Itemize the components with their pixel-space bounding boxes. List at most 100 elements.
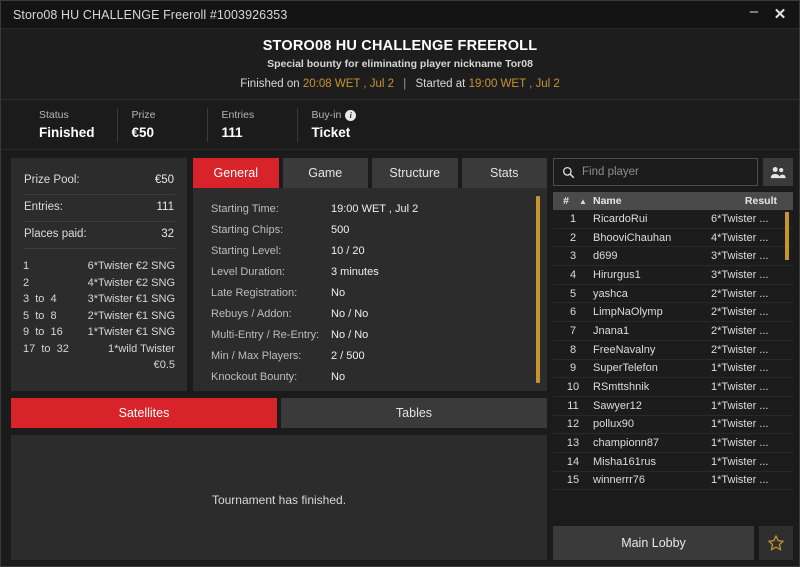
general-scrollbar-thumb[interactable] [536,196,540,383]
player-rank: 3 [569,250,577,263]
status-strip: Status Finished Prize €50 Entries 111 Bu… [1,100,799,150]
payout-range: 3 to 4 [23,293,57,305]
table-row[interactable]: 6 LimpNaOlymp 2*Twister ... [553,303,793,323]
buyin-cell-label: Buy-in i [312,109,366,121]
close-button[interactable]: ✕ [767,3,793,27]
payout-item: 3 to 4 3*Twister €1 SNG [23,291,175,308]
payout-prize: 3*Twister €1 SNG [87,293,175,305]
player-name: championn87 [593,437,660,450]
general-value: No [331,287,346,299]
general-value: 10 / 20 [331,245,365,257]
column-header-name[interactable]: Name [593,195,711,207]
general-key: Level Duration: [211,266,285,278]
payout-item: 17 to 32 1*wild Twister €0.5 [23,341,175,374]
tournament-header: STORO08 HU CHALLENGE FREEROLL Special bo… [1,29,799,100]
general-row: Late Registration: No [193,283,547,304]
tab-tables[interactable]: Tables [281,398,547,428]
player-result: 2*Twister ... [711,343,769,356]
table-row[interactable]: 12 pollux90 1*Twister ... [553,416,793,435]
general-key: Starting Chips: [211,224,284,236]
table-row[interactable]: 10 RSmttshnik 1*Twister ... [553,378,793,397]
tournament-title: STORO08 HU CHALLENGE FREEROLL [262,38,538,54]
left-column: Prize Pool: €50 Entries: 111 Places paid… [11,158,547,560]
player-result: 2*Twister ... [711,287,769,300]
people-icon [770,166,786,178]
tab-game[interactable]: Game [282,158,368,188]
player-result: 1*Twister ... [711,381,769,394]
search-input[interactable] [582,166,749,178]
general-scrollbar[interactable] [536,196,540,383]
table-row[interactable]: 3 d699 3*Twister ... [553,247,793,267]
player-name: LimpNaOlymp [593,306,663,319]
tab-general[interactable]: General [193,158,279,188]
prize-entries-row: Entries: 111 [23,195,175,222]
player-rank: 14 [566,455,580,468]
status-cell-prize: Prize €50 [118,107,208,142]
finished-label: Finished on [240,78,300,90]
table-row[interactable]: 14 Misha161rus 1*Twister ... [553,453,793,472]
player-list-scrollbar[interactable] [785,212,789,260]
tournament-subtitle: Special bounty for eliminating player ni… [267,58,533,70]
payout-range: 2 [23,276,30,289]
payout-range: 1 [23,260,30,272]
status-cell-label: Status [39,109,69,121]
player-rows-container: 1 RicardoRui 6*Twister ... 2 BhooviChauhan 4*… [553,210,793,491]
top-row: Prize Pool: €50 Entries: 111 Places paid… [11,158,547,391]
prize-entries-value: 111 [156,201,174,213]
buyin-cell-value: Ticket [311,125,351,140]
player-result: 2*Twister ... [711,306,769,319]
table-row[interactable]: 9 SuperTelefon 1*Twister ... [553,360,793,379]
table-row[interactable]: 1 RicardoRui 6*Twister ... [553,210,793,229]
player-rank: 13 [566,437,580,450]
started-label: Started at [415,78,466,90]
payout-item: 9 to 16 1*Twister €1 SNG [23,324,175,341]
table-row[interactable]: 11 Sawyer12 1*Twister ... [553,397,793,416]
minimize-button[interactable]: – [741,3,767,27]
main-body: Prize Pool: €50 Entries: 111 Places paid… [1,150,799,566]
general-row: Level Duration: 3 minutes [193,262,547,283]
general-key: Starting Time: [211,203,279,215]
player-name: d699 [593,250,618,263]
player-list[interactable]: # ▲ Name Result 1 RicardoRui 6*Twister ...… [553,192,793,520]
sort-ascending-icon[interactable]: ▲ [579,197,593,206]
table-row[interactable]: 5 yashca 2*Twister ... [553,285,793,304]
player-name: pollux90 [593,418,634,431]
status-cell-value: Finished [39,125,95,140]
players-toggle-button[interactable] [763,158,793,186]
general-value: 2 / 500 [331,350,365,362]
main-lobby-button[interactable]: Main Lobby [553,526,754,560]
table-row[interactable]: 8 FreeNavalny 2*Twister ... [553,341,793,360]
player-rank: 15 [566,474,580,487]
search-box[interactable] [553,158,758,186]
payout-range: 5 to 8 [23,309,57,322]
player-list-scrollbar-thumb[interactable] [785,212,789,260]
table-row[interactable]: 13 championn87 1*Twister ... [553,434,793,453]
player-rank: 1 [569,212,577,225]
payout-range: 17 to 32 [23,342,69,355]
favorite-button[interactable] [759,526,793,560]
general-key: Starting Level: [211,245,282,257]
general-value: No / No [331,329,369,341]
status-cell-entries: Entries 111 [208,107,298,142]
tab-stats[interactable]: Stats [461,158,547,188]
table-row[interactable]: 15 winnerrr76 1*Twister ... [553,472,793,491]
info-icon[interactable]: i [345,109,357,121]
tab-structure[interactable]: Structure [372,158,458,188]
tab-satellites[interactable]: Satellites [11,398,277,428]
table-row[interactable]: 4 Hirurgus1 3*Twister ... [553,266,793,285]
player-result: 1*Twister ... [711,362,769,375]
table-row[interactable]: 7 Jnana1 2*Twister ... [553,322,793,341]
satellites-message: Tournament has finished. [211,493,347,507]
table-row[interactable]: 2 BhooviChauhan 4*Twister ... [553,229,793,248]
status-cell-status: Status Finished [19,107,118,142]
column-header-num[interactable]: # [553,195,579,207]
prize-pool-panel: Prize Pool: €50 Entries: 111 Places paid… [11,158,187,391]
prize-pool-row: Prize Pool: €50 [23,168,175,195]
player-rank: 6 [569,306,577,319]
player-name: Misha161rus [593,455,656,468]
player-result: 1*Twister ... [711,474,769,487]
column-header-result[interactable]: Result [711,195,793,207]
payout-range: 9 to 16 [23,326,63,338]
general-key: Late Registration: [211,287,298,299]
payout-item: 1 6*Twister €2 SNG [23,258,175,275]
